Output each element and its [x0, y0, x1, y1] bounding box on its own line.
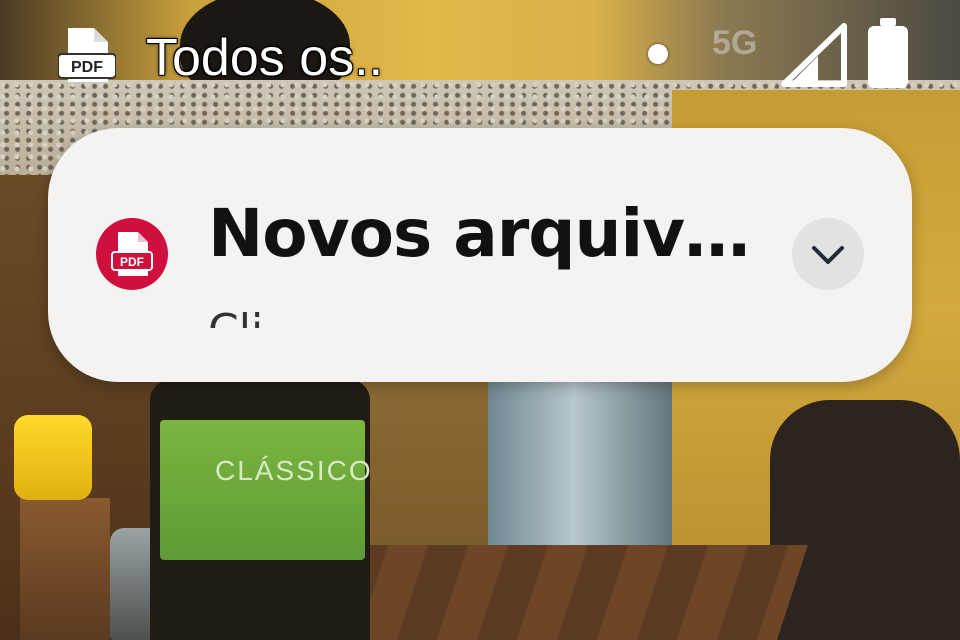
- notification-dot-icon: [648, 44, 668, 64]
- pdf-file-icon: PDF: [58, 28, 116, 82]
- notification-subtitle: Cli: [208, 306, 263, 328]
- status-bar: PDF Todos os.. 5G: [0, 0, 960, 110]
- status-bar-title: Todos os..: [146, 29, 384, 87]
- notification-title: Novos arquiv…: [208, 195, 750, 272]
- spice-jar: [20, 498, 110, 640]
- arch-doorway: [770, 400, 960, 640]
- pdf-app-icon: PDF: [96, 218, 168, 290]
- expand-notification-button[interactable]: [792, 218, 864, 290]
- svg-text:PDF: PDF: [71, 59, 103, 76]
- yellow-cap: [14, 415, 92, 500]
- wooden-table: [312, 545, 808, 640]
- bottle-label-text: CLÁSSICO: [215, 455, 373, 486]
- chevron-down-icon: [812, 246, 844, 264]
- signal-icon: [781, 23, 847, 87]
- battery-icon: [868, 18, 908, 88]
- network-type: 5G: [712, 24, 758, 62]
- bottle-label: [160, 420, 365, 560]
- heads-up-notification[interactable]: PDF Novos arquiv… Cli: [48, 128, 912, 382]
- svg-text:PDF: PDF: [120, 255, 144, 269]
